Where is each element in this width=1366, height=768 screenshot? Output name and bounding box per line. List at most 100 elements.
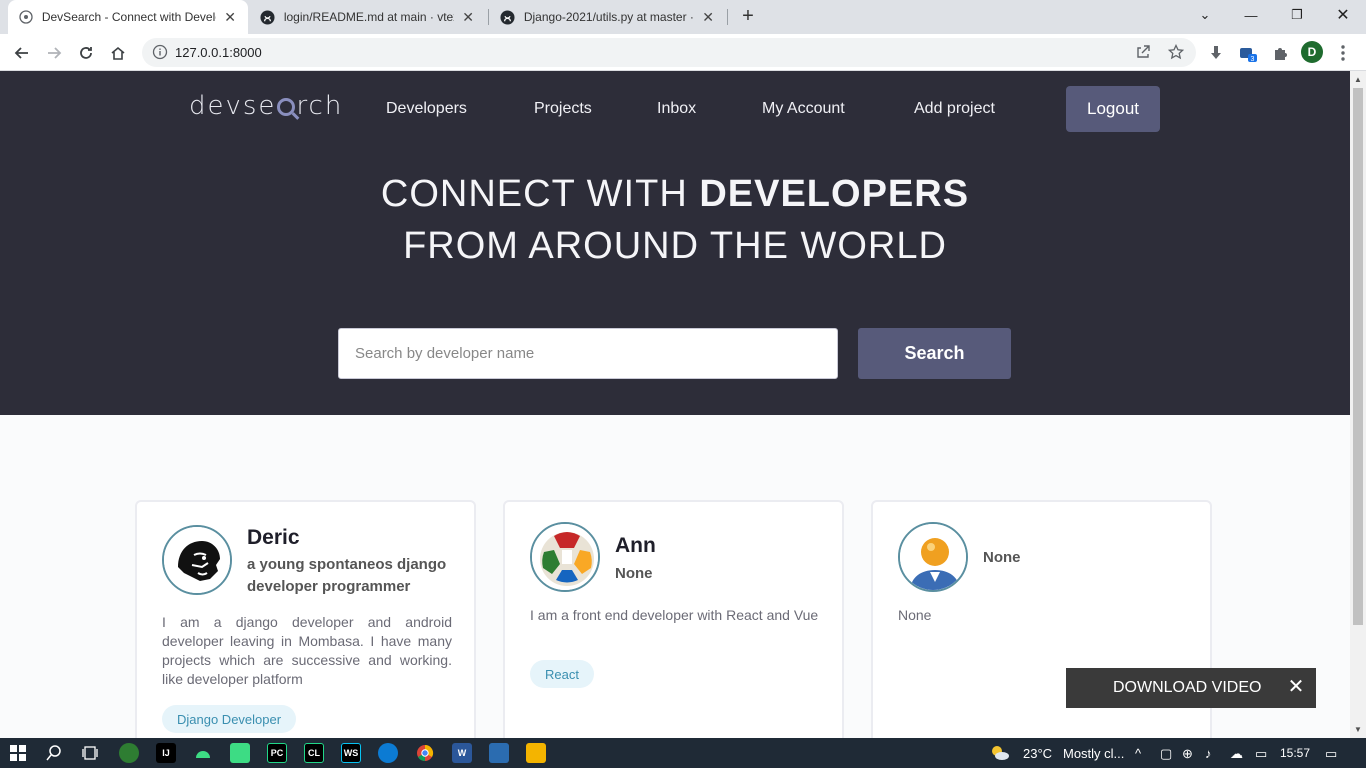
address-bar[interactable]: 127.0.0.1:8000 [142, 38, 1196, 67]
headline-light: CONNECT WITH [380, 173, 700, 215]
new-tab-button[interactable]: + [737, 5, 759, 27]
profile-avatar[interactable]: D [1301, 41, 1323, 63]
ball-icon [530, 522, 600, 592]
devsearch-logo[interactable]: devse rch [189, 91, 343, 121]
skill-tag[interactable]: React [530, 660, 594, 688]
developer-name[interactable]: Ann [615, 534, 656, 558]
nav-my-account[interactable]: My Account [762, 100, 845, 118]
logo-text-start: devse [189, 91, 277, 121]
close-icon[interactable]: ✕ [1284, 676, 1308, 700]
intellij-icon[interactable]: IJ [156, 743, 176, 763]
notifications-icon[interactable]: ▭ [1325, 746, 1337, 762]
tab-title: Django-2021/utils.py at master · [523, 10, 694, 24]
spring-app-icon[interactable] [119, 743, 139, 763]
search-button[interactable]: Search [858, 328, 1011, 379]
chrome-icon[interactable] [415, 743, 435, 763]
scroll-down-icon[interactable]: ▼ [1354, 725, 1362, 734]
lion-icon [162, 525, 232, 595]
headline-bold: DEVELOPERS [699, 173, 970, 215]
magnifier-icon [277, 98, 296, 116]
word-icon[interactable]: W [452, 743, 472, 763]
restore-button[interactable]: ❐ [1274, 0, 1320, 30]
edge-icon[interactable] [378, 743, 398, 763]
developer-headline: a young spontaneos django developer prog… [247, 556, 447, 595]
reload-icon[interactable] [74, 41, 98, 65]
search-icon[interactable] [44, 743, 64, 763]
chevron-up-icon[interactable]: ^ [1135, 746, 1141, 761]
page-scrollbar[interactable]: ▲ ▼ [1350, 71, 1366, 738]
windows-start-icon[interactable] [8, 743, 28, 763]
windows-taskbar: IJ PC CL WS W 23°C Mostly cl... ^ ▢ ⊕ ♪ … [0, 738, 1366, 768]
default-user-icon [898, 522, 968, 592]
download-extension-icon[interactable] [1204, 41, 1228, 65]
network-globe-icon[interactable]: ⊕ [1182, 746, 1193, 762]
logo-text-end: rch [296, 91, 344, 121]
share-icon[interactable] [1135, 44, 1151, 60]
volume-icon[interactable]: ♪ [1205, 746, 1212, 761]
battery-icon[interactable]: ▭ [1255, 746, 1267, 762]
site-info-icon[interactable] [152, 44, 168, 60]
nav-projects[interactable]: Projects [534, 100, 592, 118]
developer-name[interactable]: Deric [247, 526, 300, 550]
close-window-button[interactable]: ✕ [1320, 0, 1366, 30]
tab-separator [488, 9, 489, 25]
close-tab-icon[interactable]: ✕ [700, 9, 716, 26]
extension-badge: 3 [1251, 56, 1255, 63]
webstorm-icon[interactable]: WS [341, 743, 361, 763]
github-icon [260, 9, 276, 25]
tab-devsearch[interactable]: DevSearch - Connect with Develo ✕ [8, 0, 248, 34]
developer-card[interactable]: Ann None I am a front end developer with… [503, 500, 844, 738]
task-view-icon[interactable] [80, 743, 100, 763]
file-explorer-icon[interactable] [526, 743, 546, 763]
scroll-up-icon[interactable]: ▲ [1354, 75, 1362, 84]
browser-menu-icon[interactable] [1331, 41, 1355, 65]
close-tab-icon[interactable]: ✕ [460, 9, 476, 26]
tab-django-utils[interactable]: Django-2021/utils.py at master · ✕ [490, 0, 726, 34]
puzzle-extensions-icon[interactable] [1268, 41, 1292, 65]
developer-card[interactable]: Deric a young spontaneos django develope… [135, 500, 476, 738]
browser-toolbar: 127.0.0.1:8000 3 [0, 34, 1366, 71]
close-tab-icon[interactable]: ✕ [222, 9, 238, 26]
search-input[interactable] [338, 328, 838, 379]
nav-developers[interactable]: Developers [386, 100, 467, 118]
page-viewport: devse rch Developers Projects Inbox My Ac… [0, 71, 1350, 738]
onedrive-icon[interactable]: ☁ [1230, 746, 1243, 762]
developer-headline: None [983, 549, 1021, 566]
developer-bio: None [898, 607, 932, 623]
github-icon [500, 9, 516, 25]
weather-temp[interactable]: 23°C [1023, 746, 1052, 761]
tab-title: DevSearch - Connect with Develo [41, 10, 217, 24]
tab-search-icon[interactable]: ⌄ [1182, 0, 1228, 30]
tab-title: login/README.md at main · vtex [283, 10, 455, 24]
tab-login-readme[interactable]: login/README.md at main · vtex ✕ [250, 0, 486, 34]
clock[interactable]: 15:57 [1280, 746, 1310, 760]
hero-headline-line2: FROM AROUND THE WORLD [403, 225, 947, 267]
nav-inbox[interactable]: Inbox [657, 100, 696, 118]
developer-bio: I am a front end developer with React an… [530, 607, 819, 623]
back-icon[interactable] [10, 41, 34, 65]
minimize-button[interactable]: — [1228, 0, 1274, 30]
weather-icon[interactable] [990, 743, 1010, 763]
weather-desc[interactable]: Mostly cl... [1063, 746, 1124, 761]
bookmark-star-icon[interactable] [1167, 43, 1185, 60]
clion-icon[interactable]: CL [304, 743, 324, 763]
pycharm-icon[interactable]: PC [267, 743, 287, 763]
android-studio-icon[interactable] [193, 743, 213, 763]
logout-button[interactable]: Logout [1066, 86, 1160, 132]
nav-add-project[interactable]: Add project [914, 100, 995, 118]
extension-icon[interactable]: 3 [1236, 41, 1260, 65]
android-icon[interactable] [230, 743, 250, 763]
calculator-icon[interactable] [489, 743, 509, 763]
meet-now-icon[interactable]: ▢ [1160, 746, 1172, 762]
url-text: 127.0.0.1:8000 [175, 45, 262, 60]
developer-bio: I am a django developer and android deve… [162, 614, 452, 687]
hero-section: devse rch Developers Projects Inbox My Ac… [0, 71, 1350, 415]
globe-icon [18, 9, 34, 25]
browser-tab-bar: DevSearch - Connect with Develo ✕ login/… [0, 0, 1366, 34]
home-icon[interactable] [106, 41, 130, 65]
scrollbar-thumb[interactable] [1353, 88, 1363, 625]
download-video-overlay[interactable]: DOWNLOAD VIDEO ✕ [1066, 668, 1316, 708]
forward-icon[interactable] [42, 41, 66, 65]
download-video-label[interactable]: DOWNLOAD VIDEO [1113, 679, 1261, 697]
skill-tag[interactable]: Django Developer [162, 705, 297, 733]
